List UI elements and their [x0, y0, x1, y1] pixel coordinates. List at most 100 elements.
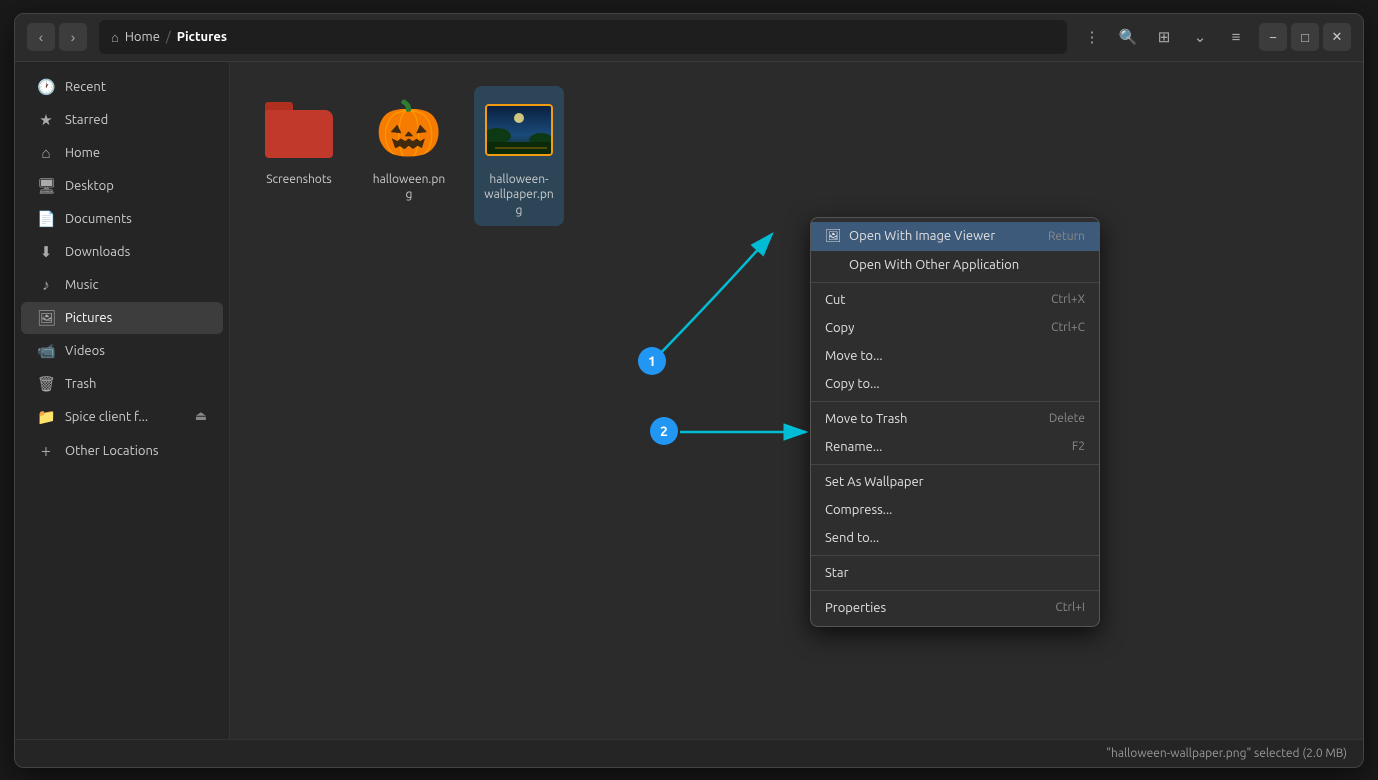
back-button[interactable]: ‹: [27, 23, 55, 51]
downloads-icon: ⬇: [37, 243, 55, 261]
sidebar-item-label: Downloads: [65, 245, 130, 259]
sidebar-item-home[interactable]: ⌂ Home: [21, 137, 223, 169]
file-label-halloween-wallpaper: halloween-wallpaper.png: [482, 172, 556, 219]
file-grid: Screenshots 🎃 halloween.png: [254, 86, 1339, 227]
titlebar-actions: ⋮ 🔍 ⊞ ⌄ ≡: [1077, 22, 1251, 52]
sidebar-item-downloads[interactable]: ⬇ Downloads: [21, 236, 223, 268]
cm-rename[interactable]: Rename... F2: [811, 433, 1099, 461]
cm-send-to-text: Send to...: [825, 531, 879, 545]
close-button[interactable]: ✕: [1323, 23, 1351, 51]
cm-compress-label: Compress...: [825, 503, 892, 517]
cm-separator-4: [811, 555, 1099, 556]
cm-open-other-app[interactable]: Open With Other Application: [811, 251, 1099, 279]
file-item-halloween-png[interactable]: 🎃 halloween.png: [364, 86, 454, 211]
cm-send-to[interactable]: Send to...: [811, 524, 1099, 552]
image-icon: 🖼: [825, 229, 841, 244]
step-2-circle: 2: [650, 417, 678, 445]
sidebar-item-label: Home: [65, 146, 100, 160]
trash-icon: 🗑: [37, 375, 55, 393]
cm-properties-label: Properties: [825, 601, 886, 615]
eject-icon[interactable]: ⏏: [195, 409, 207, 424]
cm-move-to-trash-shortcut: Delete: [1049, 412, 1085, 425]
cm-move-to[interactable]: Move to...: [811, 342, 1099, 370]
cm-open-image-viewer-label: 🖼 Open With Image Viewer: [825, 229, 995, 244]
home-sidebar-icon: ⌂: [37, 144, 55, 162]
sidebar-item-other-locations[interactable]: + Other Locations: [21, 434, 223, 468]
sidebar-item-videos[interactable]: 📹 Videos: [21, 335, 223, 367]
cm-cut-shortcut: Ctrl+X: [1051, 293, 1085, 306]
cm-open-other-text: Open With Other Application: [849, 258, 1019, 272]
sidebar-item-desktop[interactable]: 🖥 Desktop: [21, 170, 223, 202]
grid-view-button[interactable]: ⊞: [1149, 22, 1179, 52]
cm-compress-text: Compress...: [825, 503, 892, 517]
main-content: 🕐 Recent ★ Starred ⌂ Home 🖥 Desktop 📄 Do…: [15, 62, 1363, 739]
sidebar-item-label: Pictures: [65, 311, 112, 325]
breadcrumb-current: Pictures: [177, 30, 227, 44]
breadcrumb-separator: /: [166, 30, 171, 44]
sidebar-item-label: Other Locations: [65, 444, 159, 458]
cm-move-to-trash[interactable]: Move to Trash Delete: [811, 405, 1099, 433]
cm-set-wallpaper-text: Set As Wallpaper: [825, 475, 924, 489]
minimize-button[interactable]: −: [1259, 23, 1287, 51]
recent-icon: 🕐: [37, 78, 55, 96]
menu-button[interactable]: ⋮: [1077, 22, 1107, 52]
sidebar-item-music[interactable]: ♪ Music: [21, 269, 223, 301]
window-controls: − □ ✕: [1259, 23, 1351, 51]
context-menu: 🖼 Open With Image Viewer Return Open Wit…: [810, 217, 1100, 627]
folder-icon-wrap: [263, 94, 335, 166]
cm-rename-label: Rename...: [825, 440, 882, 454]
sidebar: 🕐 Recent ★ Starred ⌂ Home 🖥 Desktop 📄 Do…: [15, 62, 230, 739]
cm-open-image-viewer[interactable]: 🖼 Open With Image Viewer Return: [811, 222, 1099, 251]
cm-separator-3: [811, 464, 1099, 465]
sidebar-item-label: Music: [65, 278, 99, 292]
cm-properties-text: Properties: [825, 601, 886, 615]
sidebar-item-starred[interactable]: ★ Starred: [21, 104, 223, 136]
cm-copy-to-text: Copy to...: [825, 377, 880, 391]
file-label-screenshots: Screenshots: [266, 172, 332, 188]
plus-icon: +: [37, 441, 55, 461]
star-icon: ★: [37, 111, 55, 129]
step-1-circle: 1: [638, 347, 666, 375]
spice-icon: 📁: [37, 408, 55, 426]
file-item-halloween-wallpaper[interactable]: halloween-wallpaper.png: [474, 86, 564, 227]
file-manager-window: ‹ › ⌂ Home / Pictures ⋮ 🔍 ⊞ ⌄ ≡ − □ ✕ 🕐 …: [14, 13, 1364, 768]
cm-copy-to[interactable]: Copy to...: [811, 370, 1099, 398]
restore-button[interactable]: □: [1291, 23, 1319, 51]
file-item-screenshots[interactable]: Screenshots: [254, 86, 344, 196]
file-label-halloween-png: halloween.png: [372, 172, 446, 203]
cm-separator-1: [811, 282, 1099, 283]
sidebar-item-label: Documents: [65, 212, 132, 226]
sidebar-item-pictures[interactable]: 🖼 Pictures: [21, 302, 223, 334]
cm-open-image-viewer-shortcut: Return: [1048, 230, 1085, 243]
wallpaper-thumbnail-wrapper: [485, 104, 553, 156]
cm-cut[interactable]: Cut Ctrl+X: [811, 286, 1099, 314]
sidebar-item-label: Trash: [65, 377, 96, 391]
sidebar-item-recent[interactable]: 🕐 Recent: [21, 71, 223, 103]
cm-copy-shortcut: Ctrl+C: [1051, 321, 1085, 334]
cm-compress[interactable]: Compress...: [811, 496, 1099, 524]
cm-star[interactable]: Star: [811, 559, 1099, 587]
sidebar-item-documents[interactable]: 📄 Documents: [21, 203, 223, 235]
cm-properties[interactable]: Properties Ctrl+I: [811, 594, 1099, 622]
list-view-button[interactable]: ≡: [1221, 22, 1251, 52]
music-icon: ♪: [37, 276, 55, 294]
videos-icon: 📹: [37, 342, 55, 360]
breadcrumb-home[interactable]: Home: [125, 30, 160, 44]
sidebar-item-trash[interactable]: 🗑 Trash: [21, 368, 223, 400]
cm-copy[interactable]: Copy Ctrl+C: [811, 314, 1099, 342]
forward-button[interactable]: ›: [59, 23, 87, 51]
cm-set-wallpaper[interactable]: Set As Wallpaper: [811, 468, 1099, 496]
cm-open-image-viewer-text: Open With Image Viewer: [849, 229, 995, 243]
home-icon: ⌂: [111, 30, 119, 45]
statusbar-text: "halloween-wallpaper.png" selected (2.0 …: [1106, 747, 1347, 760]
search-button[interactable]: 🔍: [1113, 22, 1143, 52]
desktop-icon: 🖥: [37, 177, 55, 195]
titlebar: ‹ › ⌂ Home / Pictures ⋮ 🔍 ⊞ ⌄ ≡ − □ ✕: [15, 14, 1363, 62]
folder-shape: [265, 102, 333, 158]
chevron-view-button[interactable]: ⌄: [1185, 22, 1215, 52]
sidebar-item-spice[interactable]: 📁 Spice client f... ⏏: [21, 401, 223, 433]
cm-separator-5: [811, 590, 1099, 591]
cm-move-to-trash-text: Move to Trash: [825, 412, 907, 426]
cm-star-text: Star: [825, 566, 849, 580]
pumpkin-icon-wrap: 🎃: [373, 94, 445, 166]
